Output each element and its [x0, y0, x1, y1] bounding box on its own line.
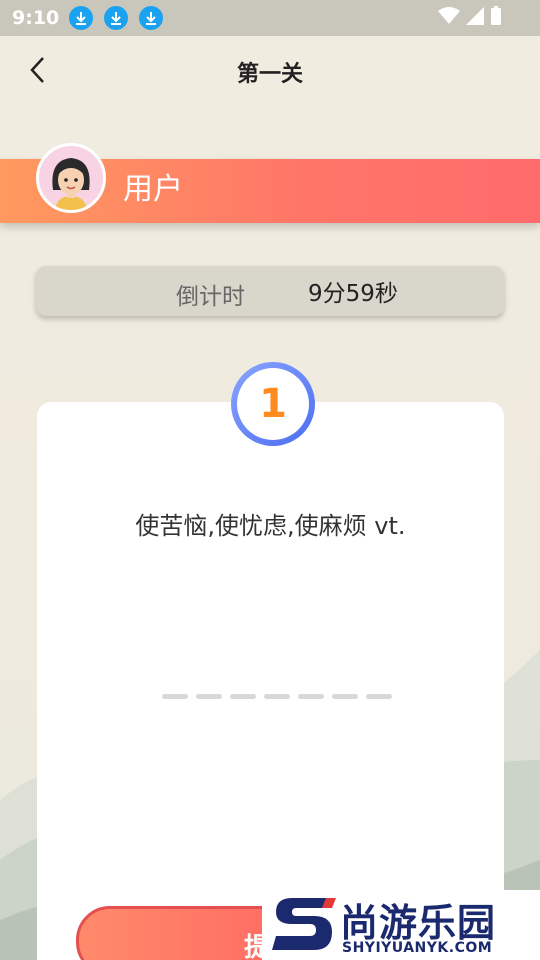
- watermark-brand: 尚游乐园: [340, 901, 497, 945]
- s-logo-icon: [272, 898, 336, 950]
- question-card: [37, 402, 504, 960]
- download-icon: [139, 6, 164, 30]
- watermark-logo: 尚游乐园 SHYIYUANYK.COM: [262, 890, 540, 960]
- watermark-url: SHYIYUANYK.COM: [342, 940, 493, 956]
- username: 用户: [123, 172, 183, 207]
- header: 第一关: [0, 36, 540, 106]
- download-icon: [69, 6, 94, 30]
- countdown-value: 9分59秒: [308, 281, 398, 307]
- countdown-label: 倒计时: [176, 284, 245, 310]
- answer-blanks[interactable]: [162, 694, 392, 699]
- status-bar: 9:10: [0, 0, 540, 36]
- user-banner: 用户: [0, 143, 540, 223]
- letter-blank[interactable]: [230, 694, 256, 699]
- status-time: 9:10: [12, 7, 60, 29]
- letter-blank[interactable]: [332, 694, 358, 699]
- avatar: [36, 143, 106, 213]
- letter-blank[interactable]: [298, 694, 324, 699]
- battery-icon: [491, 6, 501, 25]
- letter-blank[interactable]: [264, 694, 290, 699]
- question-number-badge: 1: [231, 362, 315, 446]
- question-prompt: 使苦恼,使忧虑,使麻烦 vt.: [135, 512, 406, 540]
- countdown-box: 倒计时 9分59秒: [36, 266, 504, 316]
- letter-blank[interactable]: [366, 694, 392, 699]
- question-number: 1: [237, 368, 309, 440]
- letter-blank[interactable]: [196, 694, 222, 699]
- signal-icon: [466, 7, 484, 25]
- page-title: 第一关: [236, 62, 303, 87]
- wifi-icon: [438, 7, 460, 24]
- letter-blank[interactable]: [162, 694, 188, 699]
- download-icon: [104, 6, 129, 30]
